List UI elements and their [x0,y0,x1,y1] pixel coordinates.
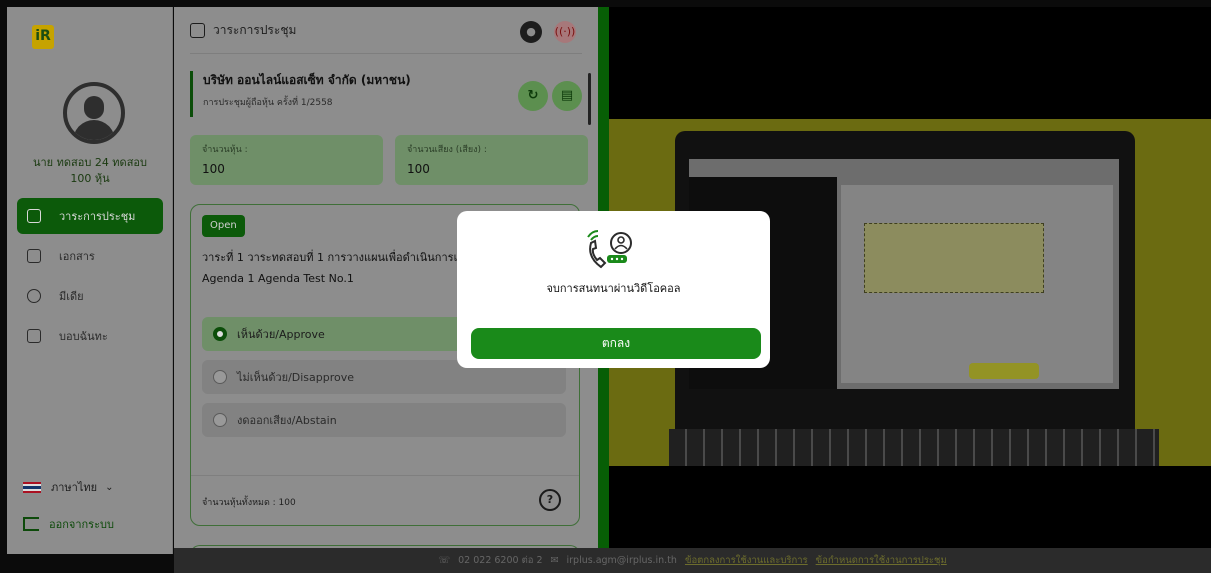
video-call-icon [587,230,632,269]
sidebar-item-documents[interactable]: เอกสาร [17,238,163,274]
document-button[interactable]: ▤ [552,81,582,111]
radio-selected[interactable] [213,327,227,341]
live-button[interactable]: ((·)) [554,21,576,43]
divider [190,53,582,54]
help-icon[interactable]: ? [539,489,561,511]
phone-icon: ☏ [438,555,451,566]
sidebar-item-label: มีเดีย [59,290,84,303]
option-label: ไม่เห็นด้วย/Disapprove [237,371,355,384]
option-label: เห็นด้วย/Approve [237,328,325,341]
shares-label: จำนวนหุ้น : [202,145,248,155]
logout-icon [23,517,39,531]
company-block: บริษัท ออนไลน์แอสเซ็ท จำกัด (มหาชน) การป… [190,71,411,117]
scrollbar[interactable] [588,73,591,125]
sidebar-item-label: วาระการประชุม [59,210,136,223]
end-call-dialog: จบการสนทนาผ่านวิดีโอคอล ตกลง [457,211,770,368]
shares-card: จำนวนหุ้น : 100 [190,135,383,185]
avatar [63,82,125,144]
media-icon [27,289,41,303]
logout-button[interactable]: ออกจากระบบ [23,515,114,533]
language-selector[interactable]: ภาษาไทย ⌄ [23,478,113,496]
meeting-name: การประชุมผู้ถือหุ้น ครั้งที่ 1/2558 [203,98,333,108]
language-label: ภาษาไทย [51,481,98,494]
refresh-button[interactable]: ↻ [518,81,548,111]
ok-button[interactable]: ตกลง [471,328,761,359]
terms-link[interactable]: ข้อตกลงการใช้งานและบริการ [685,553,808,568]
panel-header: วาระการประชุม [190,21,296,40]
company-name: บริษัท ออนไลน์แอสเซ็ท จำกัด (มหาชน) [203,73,411,87]
sidebar-item-agenda[interactable]: วาระการประชุม [17,198,163,234]
divider [191,475,579,476]
logout-label: ออกจากระบบ [49,518,114,531]
upload-box [864,223,1044,293]
irplus-logo: iR [32,25,54,49]
sidebar-item-proxy[interactable]: บอบฉันทะ [17,318,163,354]
thai-flag-icon [23,481,41,493]
sidebar: iR นาย ทดสอบ 24 ทดสอบ 100 หุ้น วาระการปร… [7,7,173,554]
dialog-message: จบการสนทนาผ่านวิดีโอคอล [546,282,681,295]
footer-email[interactable]: irplus.agm@irplus.in.th [567,555,677,566]
proxy-icon [27,329,41,343]
option-label: งดออกเสียง/Abstain [237,414,337,427]
votes-value: 100 [407,162,430,176]
votes-card: จำนวนเสียง (เสียง) : 100 [395,135,588,185]
chevron-down-icon: ⌄ [105,481,114,493]
agenda-title: วาระที่ 1 วาระทดสอบที่ 1 การวางแผนเพื่อด… [202,247,473,289]
status-badge: Open [202,215,245,237]
rules-link[interactable]: ข้อกำหนดการใช้งานการประชุม [816,553,947,568]
agenda-title-en: Agenda 1 Agenda Test No.1 [202,272,354,285]
radio[interactable] [213,370,227,384]
folder-icon [27,249,41,263]
sidebar-item-media[interactable]: มีเดีย [17,278,163,314]
user-shares: 100 หุ้น [70,172,110,185]
page-title: วาระการประชุม [213,23,297,37]
agenda-title-th: วาระที่ 1 วาระทดสอบที่ 1 การวางแผนเพื่อด… [202,251,473,264]
app-root: iR นาย ทดสอบ 24 ทดสอบ 100 หุ้น วาระการปร… [0,0,1211,573]
mail-icon: ✉ [550,555,559,566]
chat-button[interactable]: ● [520,21,542,43]
agenda-icon [190,23,205,38]
sidebar-item-label: บอบฉันทะ [59,330,108,343]
total-shares: จำนวนหุ้นทั้งหมด : 100 [202,498,296,508]
votes-label: จำนวนเสียง (เสียง) : [407,145,487,155]
radio[interactable] [213,413,227,427]
footer: ☏ 02 022 6200 ต่อ 2 ✉ irplus.agm@irplus.… [174,548,1211,573]
sidebar-item-label: เอกสาร [59,250,95,263]
agenda-icon [27,209,41,223]
footer-phone: 02 022 6200 ต่อ 2 [458,555,543,566]
keyboard [669,429,1159,466]
option-abstain[interactable]: งดออกเสียง/Abstain [202,403,566,437]
shares-value: 100 [202,162,225,176]
laptop-button [969,363,1039,379]
